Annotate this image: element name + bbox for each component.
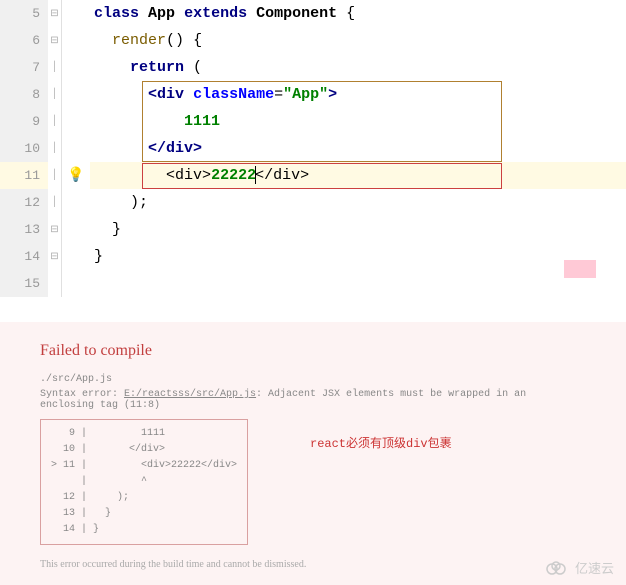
code-line: class App extends Component { [90,0,626,27]
code-line: render() { [90,27,626,54]
fold-guide: │ [48,189,61,216]
line-number: 13 [0,216,48,243]
line-number: 5 [0,0,48,27]
error-code-snippet: 9 | 1111 10 | </div> > 11 | <div>22222</… [40,419,248,545]
line-number: 6 [0,27,48,54]
cloud-icon [545,561,571,575]
scrollbar-error-marker[interactable] [564,260,596,278]
fold-guide: │ [48,108,61,135]
fold-end-icon[interactable]: ⊟ [48,216,61,243]
fold-marker-icon[interactable]: ⊟ [48,0,61,27]
line-number: 7 [0,54,48,81]
code-line: </div> [90,135,626,162]
line-number: 12 [0,189,48,216]
fold-marker-icon[interactable]: ⊟ [48,27,61,54]
code-line: return ( [90,54,626,81]
error-title: Failed to compile [40,342,586,360]
error-annotation-text: react必须有顶级div包裹 [310,434,452,451]
error-footer-text: This error occurred during the build tim… [40,559,586,570]
code-editor[interactable]: 5 6 7 8 9 10 11 12 13 14 15 ⊟ ⊟ │ │ │ │ … [0,0,626,297]
watermark: 亿速云 [545,558,614,577]
fold-guide: │ [48,135,61,162]
line-number: 14 [0,243,48,270]
fold-guide: │ [48,54,61,81]
marker-margin: 💡 [62,0,90,297]
fold-guide: │ [48,81,61,108]
line-number: 10 [0,135,48,162]
code-line: <div>22222</div> [90,162,626,189]
line-number: 9 [0,108,48,135]
code-line: } [90,243,626,270]
line-number: 11 [0,162,48,189]
line-number-gutter: 5 6 7 8 9 10 11 12 13 14 15 [0,0,48,297]
error-message: Syntax error: E:/reactsss/src/App.js: Ad… [40,389,586,411]
fold-end-icon[interactable]: ⊟ [48,243,61,270]
code-line [90,270,626,297]
code-line: } [90,216,626,243]
code-area[interactable]: class App extends Component { render() {… [90,0,626,297]
panel-separator [0,297,626,322]
watermark-text: 亿速云 [575,558,614,577]
fold-guide: │ [48,162,61,189]
line-number: 15 [0,270,48,297]
code-line: ); [90,189,626,216]
code-line: 1111 [90,108,626,135]
error-file-path: ./src/App.js [40,374,586,385]
code-line: <div className="App"> [90,81,626,108]
line-number: 8 [0,81,48,108]
fold-guide [48,270,61,297]
lightbulb-icon[interactable]: 💡 [67,167,84,184]
compile-error-panel: Failed to compile ./src/App.js Syntax er… [0,322,626,585]
fold-column: ⊟ ⊟ │ │ │ │ │ │ ⊟ ⊟ [48,0,62,297]
